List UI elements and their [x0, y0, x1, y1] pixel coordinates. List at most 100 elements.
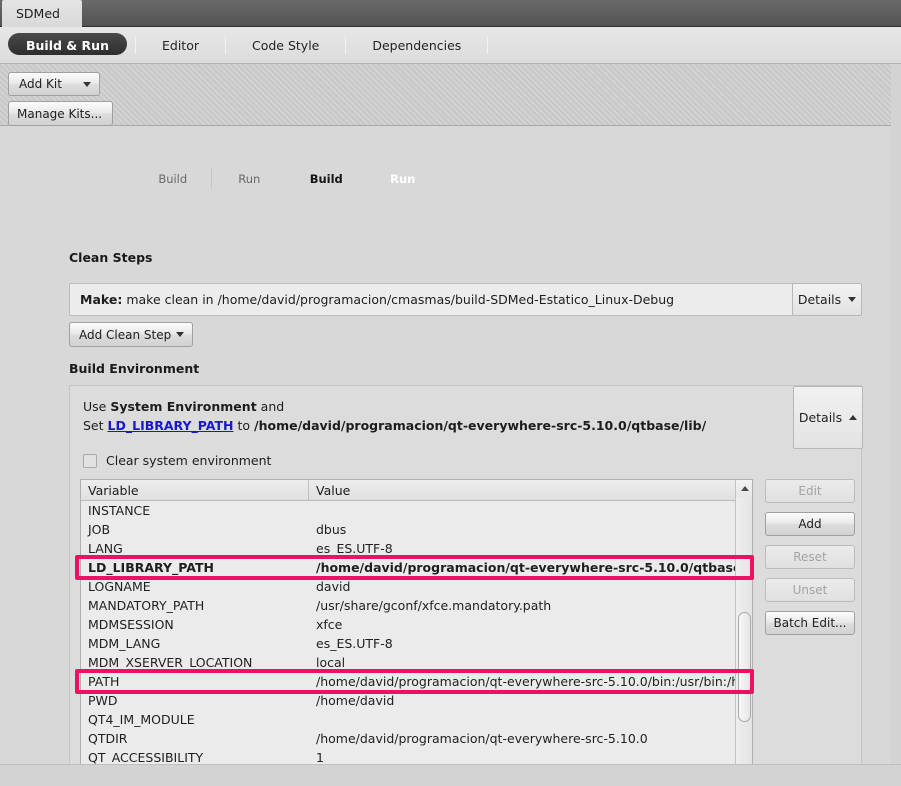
table-row[interactable]: JOB dbus [81, 520, 752, 539]
tab-editor[interactable]: Editor [136, 27, 225, 64]
table-row[interactable]: MDM_XSERVER_LOCATION local [81, 653, 752, 672]
table-row[interactable]: MDM_LANG es_ES.UTF-8 [81, 634, 752, 653]
table-row[interactable]: MANDATORY_PATH/usr/share/gconf/xfce.mand… [81, 596, 752, 615]
ld-library-path-link[interactable]: LD_LIBRARY_PATH [108, 418, 234, 433]
clear-system-environment-label: Clear system environment [106, 453, 272, 468]
cell-value: /home/david/programacion/qt-everywhere-s… [316, 674, 752, 689]
batch-edit-button[interactable]: Batch Edit... [765, 611, 855, 635]
cell-value: /home/david [316, 693, 395, 708]
cell-variable: PATH [88, 674, 120, 689]
clean-step-details-label: Details [797, 292, 842, 307]
cell-variable: INSTANCE [88, 503, 151, 518]
cell-variable: PWD [88, 693, 118, 708]
tab-build-and-run-label: Build & Run [26, 37, 109, 53]
cell-variable: LANG [88, 541, 123, 556]
cell-value: /home/david/programacion/qt-everywhere-s… [316, 560, 752, 575]
clean-step-details-button[interactable]: Details [792, 283, 862, 316]
triangle-up-icon [740, 486, 749, 491]
kit-card-estatico-run[interactable]: Run [365, 168, 442, 189]
qt-creator-project-settings: SDMed Build & Run Editor Code Style Depe… [0, 0, 901, 786]
bottom-strip [0, 764, 901, 786]
mode-separator [487, 36, 489, 54]
kit-card-desktop-build[interactable]: Build [135, 168, 212, 189]
cell-value: /usr/share/gconf/xfce.mandatory.path [316, 598, 552, 613]
cell-variable: LOGNAME [88, 579, 151, 594]
cell-value: 1 [316, 750, 324, 765]
set-value: /home/david/programacion/qt-everywhere-s… [254, 418, 707, 433]
build-environment-details-button[interactable]: Details [793, 386, 863, 449]
unset-button: Unset [765, 578, 855, 602]
tab-dependencies[interactable]: Dependencies [346, 27, 487, 64]
use-suffix: and [260, 399, 285, 414]
table-row[interactable]: MDMSESSION xfce [81, 615, 752, 634]
kit-card-estatico-build[interactable]: Build [288, 168, 365, 189]
clean-step-text: Make: make clean in /home/david/programa… [70, 292, 674, 307]
cell-variable: QTDIR [88, 731, 128, 746]
clear-system-environment-checkbox[interactable] [83, 453, 97, 468]
chevron-down-icon [848, 297, 857, 302]
cell-value: david [316, 579, 351, 594]
cell-variable: MDMSESSION [88, 617, 174, 632]
cell-value: local [316, 655, 346, 670]
environment-table-header: Variable Value [81, 480, 752, 501]
table-row[interactable]: QT4_IM_MODULE [81, 710, 752, 729]
set-middle: to [237, 418, 251, 433]
scrollbar-thumb[interactable] [738, 612, 751, 722]
cell-value: xfce [316, 617, 343, 632]
title-bar: SDMed [0, 0, 901, 27]
manage-kits-button[interactable]: Manage Kits... [8, 101, 113, 126]
tab-dependencies-label: Dependencies [372, 37, 462, 53]
column-header-variable[interactable]: Variable [81, 480, 309, 500]
use-prefix: Use [83, 399, 107, 414]
use-system-environment-line: Use System Environment and [83, 399, 284, 414]
cell-value: es_ES.UTF-8 [316, 636, 393, 651]
kit-selector-bar: Add Kit Manage Kits... Desktop Build Run… [0, 64, 901, 190]
table-row[interactable]: INSTANCE [81, 501, 752, 520]
environment-table-body[interactable]: INSTANCE JOB dbus LANG es_ES.UTF-8 LD_LIBRARY… [81, 501, 752, 786]
table-row[interactable]: LOGNAME david [81, 577, 752, 596]
cell-value: /home/david/programacion/qt-everywhere-s… [316, 731, 648, 746]
kit-bar-right-gutter [891, 64, 901, 126]
cell-variable: MDM_XSERVER_LOCATION [88, 655, 253, 670]
table-row[interactable]: LANG es_ES.UTF-8 [81, 539, 752, 558]
add-kit-label: Add Kit [19, 77, 62, 91]
system-environment-label: System Environment [110, 399, 257, 414]
set-prefix: Set [83, 418, 104, 433]
cell-variable: QT_ACCESSIBILITY [88, 750, 204, 765]
right-gutter [891, 126, 901, 786]
table-row[interactable]: LD_LIBRARY_PATH/home/david/programacion/… [81, 558, 752, 577]
add-button[interactable]: Add [765, 512, 855, 536]
add-kit-button[interactable]: Add Kit [8, 72, 100, 96]
cell-variable: JOB [88, 522, 111, 537]
table-row[interactable]: QTDIR/home/david/programacion/qt-everywh… [81, 729, 752, 748]
environment-table[interactable]: Variable Value INSTANCE JOB dbus LANG es_ES.… [80, 479, 753, 786]
set-variable-line: Set LD_LIBRARY_PATH to /home/david/progr… [83, 418, 706, 433]
table-row[interactable]: PWD/home/david [81, 691, 752, 710]
environment-action-buttons: Edit Add Reset Unset Batch Edit... [765, 479, 855, 644]
clean-step-prefix: Make: [80, 292, 123, 307]
add-clean-step-button[interactable]: Add Clean Step [69, 322, 193, 347]
tab-editor-label: Editor [161, 37, 199, 53]
settings-scroll-area[interactable]: Clean Steps Make: make clean in /home/da… [0, 126, 891, 786]
clear-system-environment-row[interactable]: Clear system environment [83, 453, 271, 468]
add-clean-step-label: Add Clean Step [79, 327, 172, 342]
tab-code-style-label: Code Style [251, 37, 320, 53]
reset-button: Reset [765, 545, 855, 569]
cell-variable: MDM_LANG [88, 636, 161, 651]
tab-build-and-run[interactable]: Build & Run [0, 27, 135, 64]
chevron-down-icon [83, 81, 91, 87]
project-tab[interactable]: SDMed [2, 0, 82, 27]
cell-value: dbus [316, 522, 347, 537]
kit-card-desktop-run[interactable]: Run [212, 168, 288, 189]
edit-button: Edit [765, 479, 855, 503]
clean-steps-title: Clean Steps [69, 250, 153, 265]
clean-step-row: Make: make clean in /home/david/programa… [69, 283, 862, 316]
cell-variable: MANDATORY_PATH [88, 598, 205, 613]
column-header-value[interactable]: Value [309, 480, 752, 500]
table-row[interactable]: PATH/home/david/programacion/qt-everywhe… [81, 672, 752, 691]
environment-table-scrollbar[interactable] [735, 480, 752, 786]
build-environment-box: Use System Environment and Set LD_LIBRAR… [69, 385, 863, 786]
scroll-up-arrow[interactable] [736, 480, 752, 497]
tab-code-style[interactable]: Code Style [226, 27, 345, 64]
build-environment-title: Build Environment [69, 361, 200, 376]
